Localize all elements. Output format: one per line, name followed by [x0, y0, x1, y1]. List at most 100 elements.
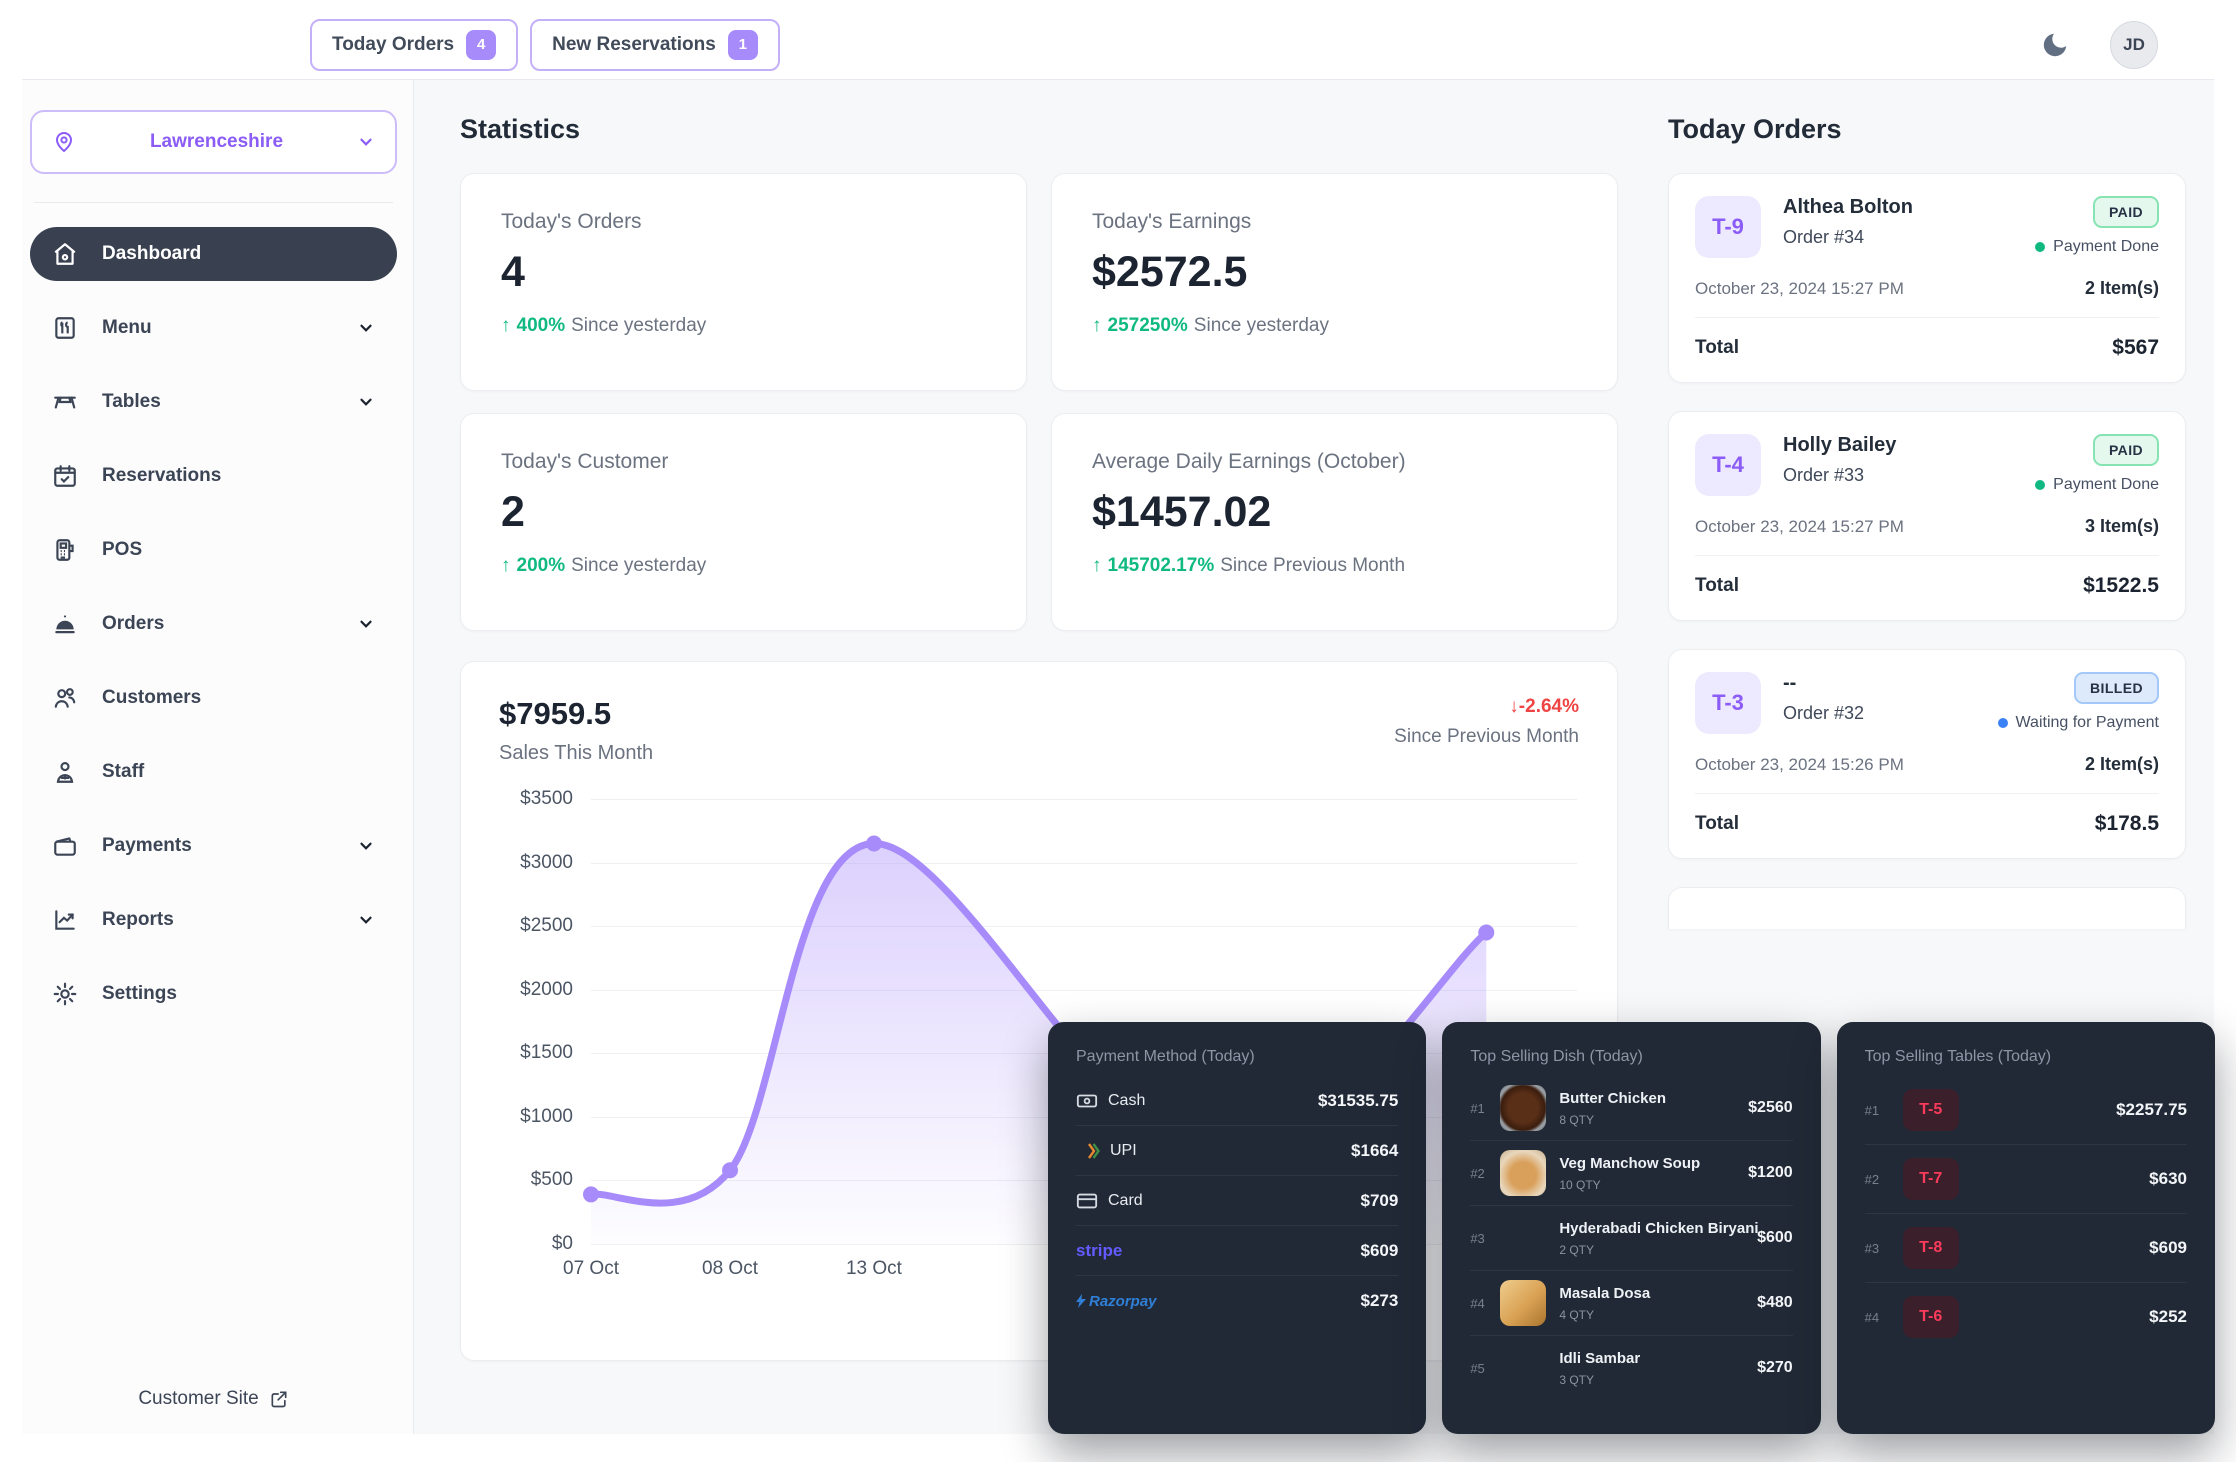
top-selling-tables-panel: Top Selling Tables (Today) #1 T-5 $2257.…	[1837, 1022, 2215, 1434]
order-card[interactable]: T-3 -- Order #32 BILLED Waiting for Paym…	[1668, 649, 2186, 859]
dish-price: $2560	[1738, 1099, 1793, 1117]
stat-value: $2572.5	[1092, 248, 1577, 297]
stat-label: Today's Customer	[501, 450, 986, 474]
stat-delta-value: 257250%	[1108, 315, 1188, 337]
sidebar-item-settings[interactable]: Settings	[30, 967, 397, 1021]
table-sales-value: $609	[2149, 1238, 2187, 1258]
order-card[interactable]	[1668, 887, 2186, 929]
today-orders-heading: Today Orders	[1668, 114, 2186, 145]
table-icon	[52, 389, 78, 415]
order-customer: Althea Bolton	[1783, 196, 1913, 219]
y-tick-label: $3500	[520, 788, 573, 810]
table-badge: T-6	[1903, 1296, 1959, 1338]
order-status-badge: PAID	[2093, 434, 2159, 466]
sidebar-item-pos[interactable]: POS	[30, 523, 397, 577]
divider	[1695, 793, 2159, 794]
stat-value: 2	[501, 488, 986, 537]
status-dot-icon	[2035, 242, 2045, 252]
user-avatar[interactable]: JD	[2110, 21, 2158, 69]
table-rank: #1	[1865, 1103, 1893, 1118]
moon-icon	[2040, 30, 2070, 60]
data-point-dot	[1478, 925, 1494, 941]
dish-row: #5 Idli Sambar3 QTY $270	[1470, 1336, 1792, 1400]
up-arrow-icon: ↑	[1092, 555, 1102, 577]
chevron-down-icon	[357, 393, 375, 411]
order-number: Order #34	[1783, 227, 1913, 248]
sidebar-item-label: Reports	[102, 909, 174, 931]
sidebar-item-label: Orders	[102, 613, 164, 635]
sidebar-item-label: Menu	[102, 317, 152, 339]
sales-total: $7959.5	[499, 696, 653, 732]
y-tick-label: $0	[552, 1233, 573, 1255]
top-quick-buttons: Today Orders 4 New Reservations 1	[310, 19, 780, 71]
stat-delta-suffix: Since yesterday	[571, 315, 706, 337]
sidebar-item-menu[interactable]: Menu	[30, 301, 397, 355]
sidebar-item-payments[interactable]: Payments	[30, 819, 397, 873]
lightning-icon	[1076, 1294, 1086, 1308]
menu-book-icon	[52, 315, 78, 341]
sidebar-item-customers[interactable]: Customers	[30, 671, 397, 725]
wallet-icon	[52, 833, 78, 859]
customer-site-link[interactable]: Customer Site	[138, 1388, 288, 1410]
order-total-value: $178.5	[2095, 812, 2159, 836]
dish-price: $480	[1747, 1294, 1793, 1312]
top-bar: Today Orders 4 New Reservations 1 JD	[22, 10, 2214, 80]
x-tick-label: 07 Oct	[563, 1258, 619, 1280]
order-items-count: 3 Item(s)	[2085, 516, 2159, 537]
external-link-icon	[269, 1389, 289, 1409]
dark-mode-toggle[interactable]	[2040, 27, 2076, 63]
location-pin-icon	[52, 130, 76, 154]
sidebar-item-reservations[interactable]: Reservations	[30, 449, 397, 503]
dish-rank: #4	[1470, 1296, 1498, 1311]
order-datetime: October 23, 2024 15:27 PM	[1695, 517, 1904, 537]
sidebar-item-label: Tables	[102, 391, 161, 413]
x-tick-label: 08 Oct	[702, 1258, 758, 1280]
payment-method-value: $273	[1361, 1291, 1399, 1311]
sidebar-item-label: Staff	[102, 761, 144, 783]
dish-image	[1500, 1150, 1546, 1196]
payment-method-value: $709	[1361, 1191, 1399, 1211]
table-rank: #3	[1865, 1241, 1893, 1256]
y-tick-label: $2000	[520, 979, 573, 1001]
table-row: #4 T-6 $252	[1865, 1283, 2187, 1351]
table-badge: T-5	[1903, 1089, 1959, 1131]
dish-qty: 3 QTY	[1559, 1373, 1640, 1387]
location-selector[interactable]: Lawrenceshire	[30, 110, 397, 174]
order-table-badge: T-3	[1695, 672, 1761, 734]
chevron-down-icon	[357, 319, 375, 337]
stat-value: 4	[501, 248, 986, 297]
sidebar-item-reports[interactable]: Reports	[30, 893, 397, 947]
chevron-down-icon	[357, 837, 375, 855]
data-point-dot	[583, 1186, 599, 1202]
dish-rank: #3	[1470, 1231, 1498, 1246]
sidebar-item-dashboard[interactable]: Dashboard	[30, 227, 397, 281]
table-sales-value: $252	[2149, 1307, 2187, 1327]
sidebar-item-staff[interactable]: Staff	[30, 745, 397, 799]
dish-image	[1500, 1215, 1546, 1261]
order-datetime: October 23, 2024 15:26 PM	[1695, 755, 1904, 775]
dish-qty: 4 QTY	[1559, 1308, 1650, 1322]
dish-row: #4 Masala Dosa4 QTY $480	[1470, 1271, 1792, 1336]
new-reservations-button[interactable]: New Reservations 1	[530, 19, 780, 71]
order-card[interactable]: T-4 Holly Bailey Order #33 PAID Payment …	[1668, 411, 2186, 621]
table-row: #1 T-5 $2257.75	[1865, 1076, 2187, 1145]
sidebar-item-label: Reservations	[102, 465, 221, 487]
new-reservations-count-badge: 1	[728, 30, 758, 60]
payment-method-row: Razorpay $273	[1076, 1276, 1398, 1326]
sidebar-item-orders[interactable]: Orders	[30, 597, 397, 651]
today-orders-button[interactable]: Today Orders 4	[310, 19, 518, 71]
sales-change: -2.64%	[1519, 696, 1579, 717]
x-tick-label: 13 Oct	[846, 1258, 902, 1280]
order-table-badge: T-9	[1695, 196, 1761, 258]
dish-row: #1 Butter Chicken8 QTY $2560	[1470, 1076, 1792, 1141]
sidebar-item-label: Settings	[102, 983, 177, 1005]
order-card[interactable]: T-9 Althea Bolton Order #34 PAID Payment…	[1668, 173, 2186, 383]
analytics-overlay: Payment Method (Today) Cash $31535.75 UP…	[1048, 1022, 2215, 1434]
order-number: Order #32	[1783, 703, 1864, 724]
sidebar-item-tables[interactable]: Tables	[30, 375, 397, 429]
chevron-down-icon	[357, 133, 375, 151]
order-total-value: $1522.5	[2083, 574, 2159, 598]
status-dot-icon	[2035, 480, 2045, 490]
top-selling-tables-title: Top Selling Tables (Today)	[1865, 1048, 2187, 1066]
up-arrow-icon: ↑	[501, 315, 511, 337]
